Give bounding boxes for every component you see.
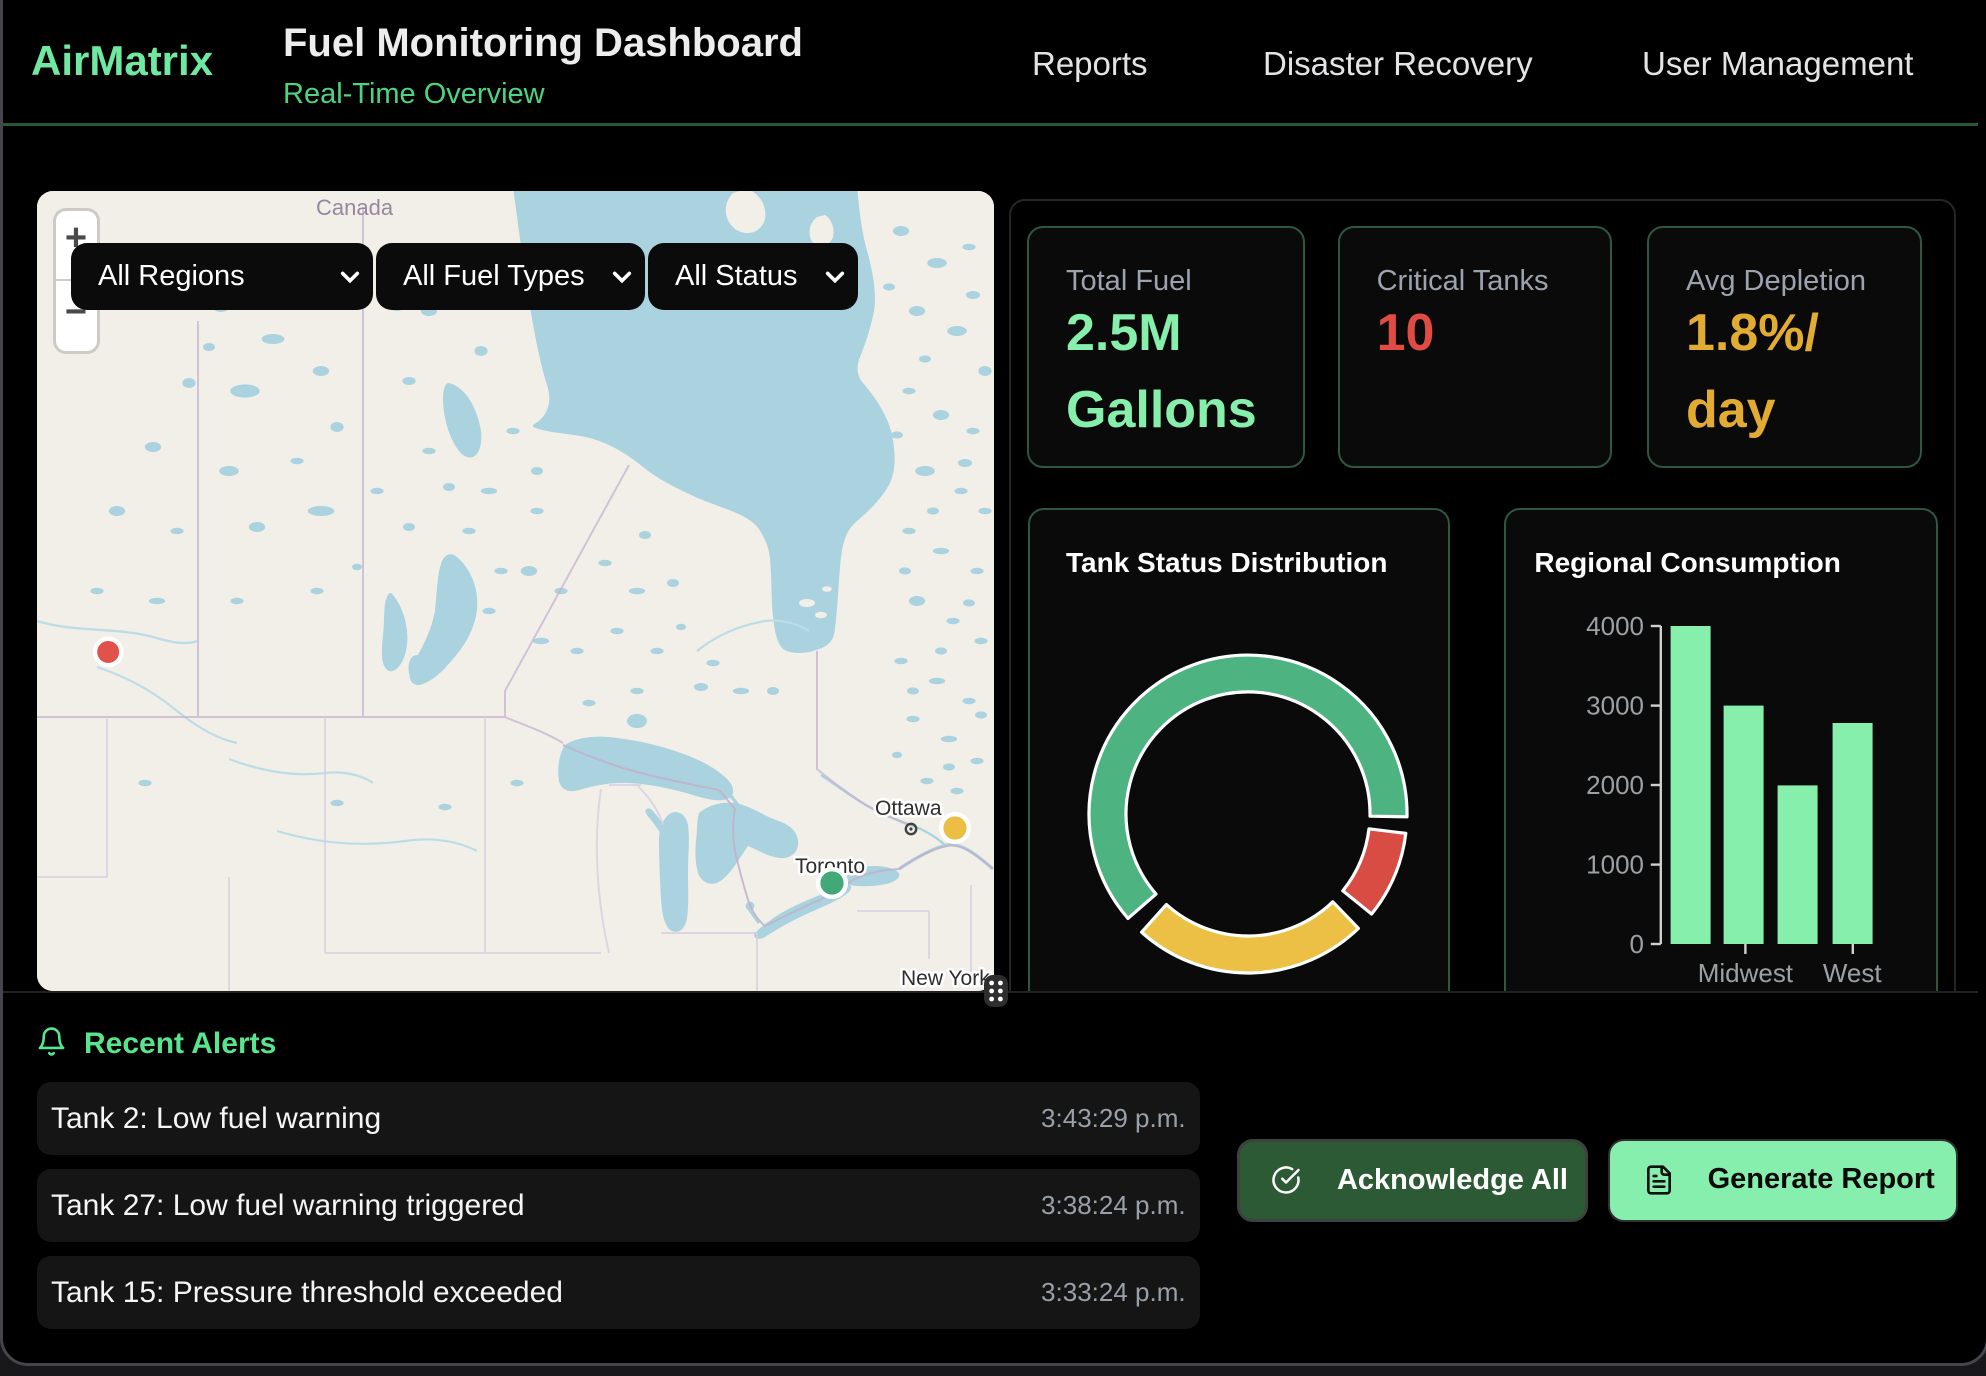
- svg-text:New York: New York: [901, 967, 990, 990]
- svg-text:2000: 2000: [1587, 770, 1645, 800]
- svg-text:3000: 3000: [1587, 691, 1645, 721]
- svg-text:1000: 1000: [1587, 850, 1645, 880]
- svg-text:Ottawa: Ottawa: [875, 797, 942, 820]
- svg-text:Canada: Canada: [316, 195, 394, 220]
- svg-text:0: 0: [1630, 929, 1644, 959]
- svg-text:4000: 4000: [1587, 611, 1645, 641]
- svg-text:Midwest: Midwest: [1698, 958, 1794, 988]
- svg-text:West: West: [1823, 958, 1882, 988]
